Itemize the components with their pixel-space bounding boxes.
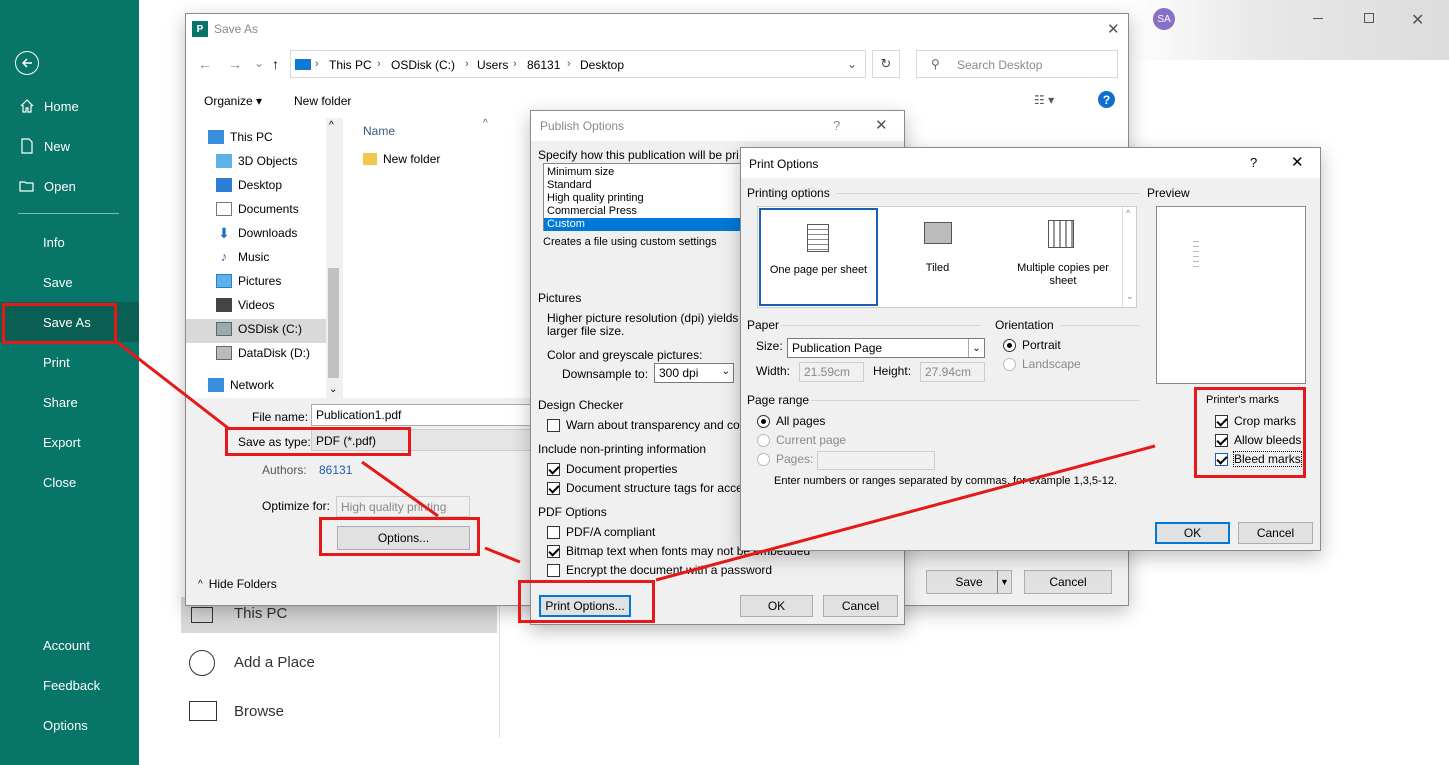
arrow-options-to-print-options bbox=[484, 546, 521, 564]
annotation-arrows bbox=[116, 340, 1156, 582]
arrow-saveas-to-type bbox=[116, 340, 229, 430]
arrow-type-to-options bbox=[361, 460, 439, 518]
arrow-print-options-to-marks bbox=[655, 444, 1156, 582]
